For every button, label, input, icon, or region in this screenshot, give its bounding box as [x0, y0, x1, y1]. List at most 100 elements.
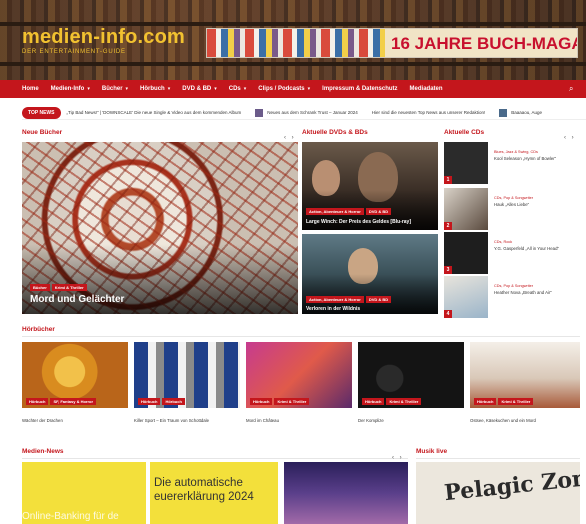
category-tag[interactable]: Hörbuch: [474, 398, 497, 405]
cd-category[interactable]: Blues, Jazz & Swing, CDs: [494, 150, 538, 154]
cd-rank: 3: [444, 266, 452, 274]
hoerbuch-tags: Hörbuch Krimi & Thriller: [250, 398, 310, 405]
section-title-cds[interactable]: Aktuelle CDs: [444, 129, 484, 136]
category-tag[interactable]: Action, Abenteuer & Horror: [306, 296, 364, 303]
header-banner: medien-info.com DER ENTERTAINMENT-GUIDE …: [0, 0, 586, 80]
news-card[interactable]: Die automatische euererklärung 2024: [150, 462, 278, 524]
musik-card-text: Pelagic Zone: [443, 463, 580, 507]
hoerbuch-caption[interactable]: Ostsee, Käsekuchen und ein Mord: [470, 418, 576, 424]
category-tag[interactable]: Krimi & Thriller: [51, 284, 87, 291]
hoerbuch-caption[interactable]: Wächter der Drachen: [22, 418, 128, 424]
top-news-badge: TOP NEWS: [22, 106, 61, 119]
slider-arrows[interactable]: ‹ ›: [564, 135, 576, 141]
dvd-tags: Action, Abenteuer & Horror DVD & BD: [306, 208, 392, 215]
ticker-item[interactable]: Neues aus dem Schrank Trust – Januar 202…: [255, 108, 358, 117]
cd-item[interactable]: 2 CDs, Pop & Songwriter Hauk „Alles Lieb…: [444, 188, 580, 232]
hoerbuch-tags: Hörbuch Krimi & Thriller: [362, 398, 422, 405]
cd-rank: 1: [444, 176, 452, 184]
nav-item-h-rbuch[interactable]: Hörbuch ▾: [140, 86, 170, 92]
category-tag[interactable]: Hörbuch: [26, 398, 49, 405]
chevron-down-icon: ▾: [214, 86, 217, 92]
category-tag[interactable]: Krimi & Thriller: [498, 398, 534, 405]
ad-banner[interactable]: 16 JAHRE BUCH-MAGAZIN: [206, 28, 578, 58]
dvd-card[interactable]: [302, 142, 438, 230]
category-tag[interactable]: Krimi & Thriller: [274, 398, 310, 405]
section-title-hoerbuecher[interactable]: Hörbücher: [22, 326, 55, 333]
search-icon[interactable]: ⌕: [569, 84, 578, 93]
cd-item[interactable]: 1 Blues, Jazz & Swing, CDs Kool Seleason…: [444, 142, 580, 186]
hoerbuch-caption[interactable]: Mord im Château: [246, 418, 352, 424]
category-tag[interactable]: Bücher: [30, 284, 50, 291]
nav-item-home[interactable]: Home: [22, 86, 39, 92]
section-divider: [22, 336, 580, 337]
category-tag[interactable]: Hörbuch: [362, 398, 385, 405]
dvd-title[interactable]: Large Winch: Der Preis des Geldes [Blu-r…: [306, 219, 411, 225]
cd-rank: 2: [444, 222, 452, 230]
cd-category[interactable]: CDs, Pop & Songwriter: [494, 284, 533, 288]
nav-item-mediadaten[interactable]: Mediadaten: [410, 86, 443, 92]
section-title-dvds[interactable]: Aktuelle DVDs & BDs: [302, 129, 368, 136]
nav-item-clips-podcasts[interactable]: Clips / Podcasts ▾: [258, 86, 310, 92]
nav-item-medien-info[interactable]: Medien-Info ▾: [51, 86, 90, 92]
cd-item[interactable]: 4 CDs, Pop & Songwriter Heather Nova „Br…: [444, 276, 580, 320]
section-title-medien-news[interactable]: Medien-News: [22, 448, 64, 455]
hoerbuch-tags: Hörbuch SF, Fantasy & Horror: [26, 398, 97, 405]
hoerbuch-tags: Hörbuch Hörbuch: [138, 398, 185, 405]
chevron-down-icon: ▾: [167, 86, 171, 92]
category-tag[interactable]: Action, Abenteuer & Horror: [306, 208, 364, 215]
category-tag[interactable]: DVD & BD: [365, 296, 392, 303]
site-tagline: DER ENTERTAINMENT-GUIDE: [22, 49, 126, 55]
cd-title[interactable]: Y.G. Gasperfeld „All in Your Head“: [494, 246, 580, 252]
chevron-down-icon: ▾: [87, 86, 90, 92]
slider-arrows[interactable]: ‹ ›: [284, 135, 296, 141]
musik-card[interactable]: Pelagic Zone: [416, 462, 580, 524]
category-tag[interactable]: DVD & BD: [365, 208, 392, 215]
cd-item[interactable]: 3 CDs, Rock Y.G. Gasperfeld „All in Your…: [444, 232, 580, 276]
hoerbuch-caption[interactable]: Killer Sport – Ein Traum von Schottdale: [134, 418, 240, 424]
news-card[interactable]: Online-Banking für de: [22, 462, 146, 524]
news-ticker: TOP NEWS „Tip Bad News!“ | 'DOWNSCALE' D…: [22, 106, 586, 120]
nav-item-cds[interactable]: CDs ▾: [229, 86, 247, 92]
category-tag[interactable]: Hörbuch: [138, 398, 161, 405]
category-tag[interactable]: SF, Fantasy & Horror: [50, 398, 97, 405]
slider-arrows[interactable]: ‹ ›: [392, 455, 404, 461]
cd-title[interactable]: Heather Nova „Breath and Air“: [494, 290, 580, 296]
dvd-tags: Action, Abenteuer & Horror DVD & BD: [306, 296, 392, 303]
chevron-down-icon: ▾: [125, 86, 129, 92]
section-divider: [416, 458, 580, 459]
site-logo[interactable]: medien-info.com: [22, 26, 185, 49]
chevron-down-icon: ▾: [243, 86, 247, 92]
category-tag[interactable]: Hörbuch: [250, 398, 273, 405]
cd-rank: 4: [444, 310, 452, 318]
news-card[interactable]: [284, 462, 408, 524]
category-tag[interactable]: Krimi & Thriller: [386, 398, 422, 405]
news-card-text: Online-Banking für de: [22, 511, 119, 522]
section-title-musik[interactable]: Musik live: [416, 448, 447, 455]
cd-title[interactable]: Kool Seleason „Hymn of Bowler“: [494, 156, 580, 162]
nav-item-b-cher[interactable]: Bücher ▾: [102, 86, 128, 92]
cd-title[interactable]: Hauk „Alles Liebe“: [494, 202, 580, 208]
section-title-neue-buecher[interactable]: Neue Bücher: [22, 129, 62, 136]
hoerbuch-tags: Hörbuch Krimi & Thriller: [474, 398, 534, 405]
category-tag[interactable]: Hörbuch: [162, 398, 185, 405]
nav-item-impressum-datenschutz[interactable]: Impressum & Datenschutz: [322, 86, 397, 92]
ticker-item[interactable]: „Tip Bad News!“ | 'DOWNSCALE' Die neue S…: [67, 110, 242, 115]
shelf-divider: [0, 62, 586, 66]
ad-book-covers: [207, 29, 387, 57]
featured-title[interactable]: Mord und Gelächter: [30, 294, 124, 305]
ticker-item[interactable]: Hier sind die neuesten Top News aus unse…: [372, 110, 485, 115]
featured-tags: Bücher Krimi & Thriller: [30, 284, 87, 291]
chevron-down-icon: ▾: [307, 86, 311, 92]
cd-category[interactable]: CDs, Pop & Songwriter: [494, 196, 533, 200]
section-divider: [22, 458, 408, 459]
ad-banner-text: 16 JAHRE BUCH-MAGAZIN: [385, 29, 577, 57]
ticker-item[interactable]: Baaaaou, Auge: [499, 108, 542, 117]
hoerbuch-caption[interactable]: Der Komplize: [358, 418, 464, 424]
nav-item-dvd-bd[interactable]: DVD & BD ▾: [182, 86, 217, 92]
ticker-thumb: [255, 108, 264, 117]
main-nav: Home Medien-Info ▾ Bücher ▾ Hörbuch ▾ DVD & BD ▾…: [0, 80, 586, 98]
dvd-title[interactable]: Verloren in der Wildnis: [306, 306, 360, 312]
cd-category[interactable]: CDs, Rock: [494, 240, 512, 244]
news-card-text: Die automatische euererklärung 2024: [154, 477, 254, 503]
ticker-thumb: [499, 108, 508, 117]
